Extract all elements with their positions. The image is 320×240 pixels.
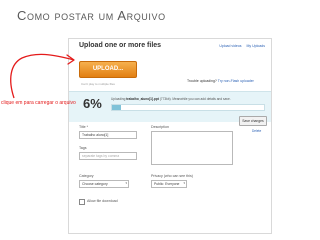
upload-status-suffix: (773kb). Meanwhile you can add details a… [159,97,231,101]
tags-input[interactable]: separate tags by comma [79,152,137,160]
allow-download-label: Allow file download [87,199,118,203]
title-input[interactable]: Trabalho aluno[1] [79,131,137,139]
annotation-arrow-line [10,53,75,99]
tags-label: Tags [79,146,87,150]
upload-file-name: trabalho_aluno[1].ppt [126,97,159,101]
chevron-down-icon: ▾ [183,181,185,185]
description-label: Description [151,125,169,129]
trouble-text: Trouble uploading? [187,79,217,83]
upload-button[interactable]: UPLOAD... [79,61,137,78]
upload-subtext: Can't play to multiple files [81,82,115,86]
slide-title: Como postar um Arquivo [17,8,166,23]
panel-title: Upload one or more files [79,42,162,49]
progress-bar [111,104,265,111]
progress-percent: 6% [83,96,102,111]
trouble-note: Trouble uploading? Try non-Flash uploade… [187,79,254,83]
progress-bar-fill [112,105,122,110]
panel-links: Upload videos My Uploads [215,44,265,48]
privacy-select[interactable]: Public: Everyone ▾ [151,180,187,188]
save-changes-button[interactable]: Save changes [239,116,267,126]
privacy-label: Privacy (who can see this) [151,174,193,178]
category-select-value: Choose category [82,182,108,186]
category-label: Category [79,174,94,178]
non-flash-link[interactable]: Try non-Flash uploader [218,79,254,83]
annotation-text: clique em para carregar o arquivo [1,100,76,106]
description-textarea[interactable] [151,131,233,165]
delete-link[interactable]: Delete [252,129,261,133]
upload-status-prefix: Uploading [111,97,126,101]
my-uploads-link[interactable]: My Uploads [247,44,265,48]
allow-download-checkbox[interactable] [79,199,85,205]
category-select[interactable]: Choose category ▾ [79,180,129,188]
chevron-down-icon: ▾ [125,181,127,185]
upload-panel: Upload one or more files Upload videos M… [68,38,272,234]
upload-videos-link[interactable]: Upload videos [219,44,241,48]
title-label: Title * [79,125,89,129]
privacy-select-value: Public: Everyone [154,182,180,186]
upload-status: Uploading trabalho_aluno[1].ppt (773kb).… [111,97,231,101]
